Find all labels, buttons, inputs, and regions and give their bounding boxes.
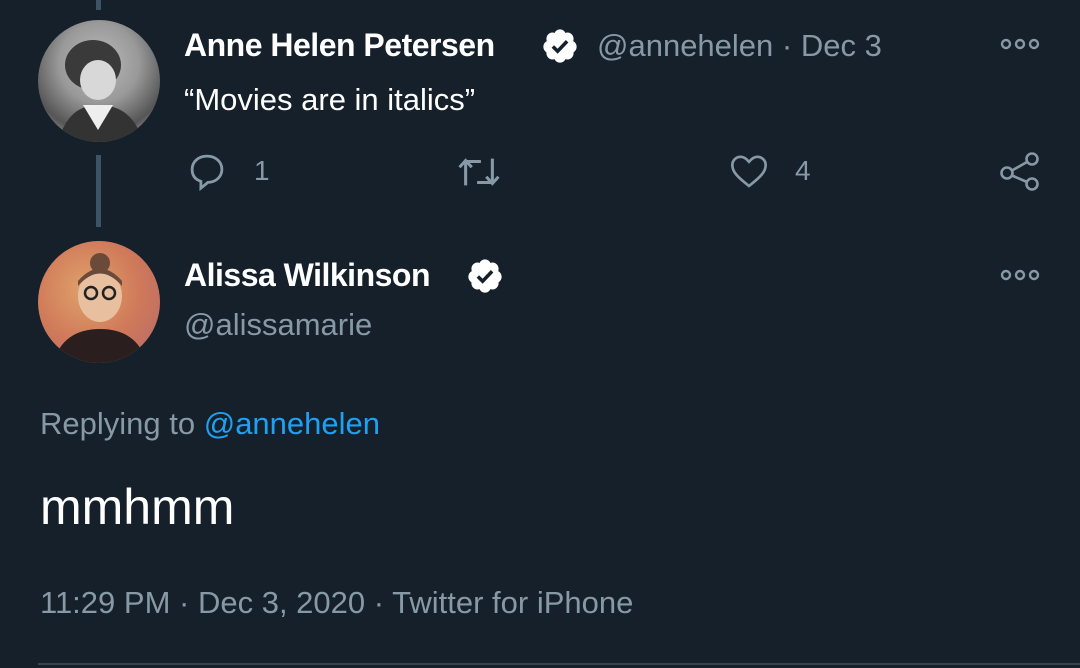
tweet-text: “Movies are in italics” — [184, 82, 476, 117]
like-count: 4 — [795, 155, 811, 186]
avatar-alissamarie[interactable] — [38, 241, 160, 363]
reply-button[interactable]: 1 — [186, 150, 270, 192]
separator: · — [781, 28, 793, 63]
reply-count: 1 — [254, 155, 270, 186]
author-name[interactable]: Alissa Wilkinson — [184, 257, 431, 294]
tweet-source[interactable]: Twitter for iPhone — [392, 585, 633, 620]
tweet-meta: @annehelen · Dec 3 — [597, 28, 882, 64]
more-options-icon[interactable] — [1000, 37, 1042, 51]
separator: · — [179, 585, 190, 620]
replying-to: Replying to @annehelen — [40, 406, 380, 442]
share-icon[interactable] — [1000, 151, 1040, 191]
retweet-icon[interactable] — [456, 151, 502, 193]
heart-icon — [729, 150, 769, 192]
verified-badge-icon — [466, 257, 504, 295]
replying-prefix: Replying to — [40, 406, 196, 441]
verified-badge-icon — [541, 27, 579, 65]
like-button[interactable]: 4 — [729, 150, 811, 192]
author-name[interactable]: Anne Helen Petersen — [184, 27, 495, 64]
thread-line-top — [96, 0, 101, 10]
author-handle[interactable]: @alissamarie — [184, 307, 372, 343]
separator: · — [373, 585, 385, 620]
tweet-text: mmhmm — [40, 479, 235, 535]
tweet-time[interactable]: 11:29 PM — [40, 585, 170, 620]
thread-line — [96, 155, 101, 227]
tweet-date[interactable]: Dec 3, 2020 — [198, 585, 365, 620]
reply-icon — [186, 150, 228, 192]
tweet-timestamp: 11:29 PM · Dec 3, 2020 · Twitter for iPh… — [40, 585, 633, 621]
divider — [38, 663, 1080, 665]
replying-handle-link[interactable]: @annehelen — [204, 406, 380, 441]
avatar-annehelen[interactable] — [38, 20, 160, 142]
author-handle[interactable]: @annehelen — [597, 28, 773, 63]
tweet-date[interactable]: Dec 3 — [801, 28, 882, 63]
more-options-icon[interactable] — [1000, 268, 1042, 282]
